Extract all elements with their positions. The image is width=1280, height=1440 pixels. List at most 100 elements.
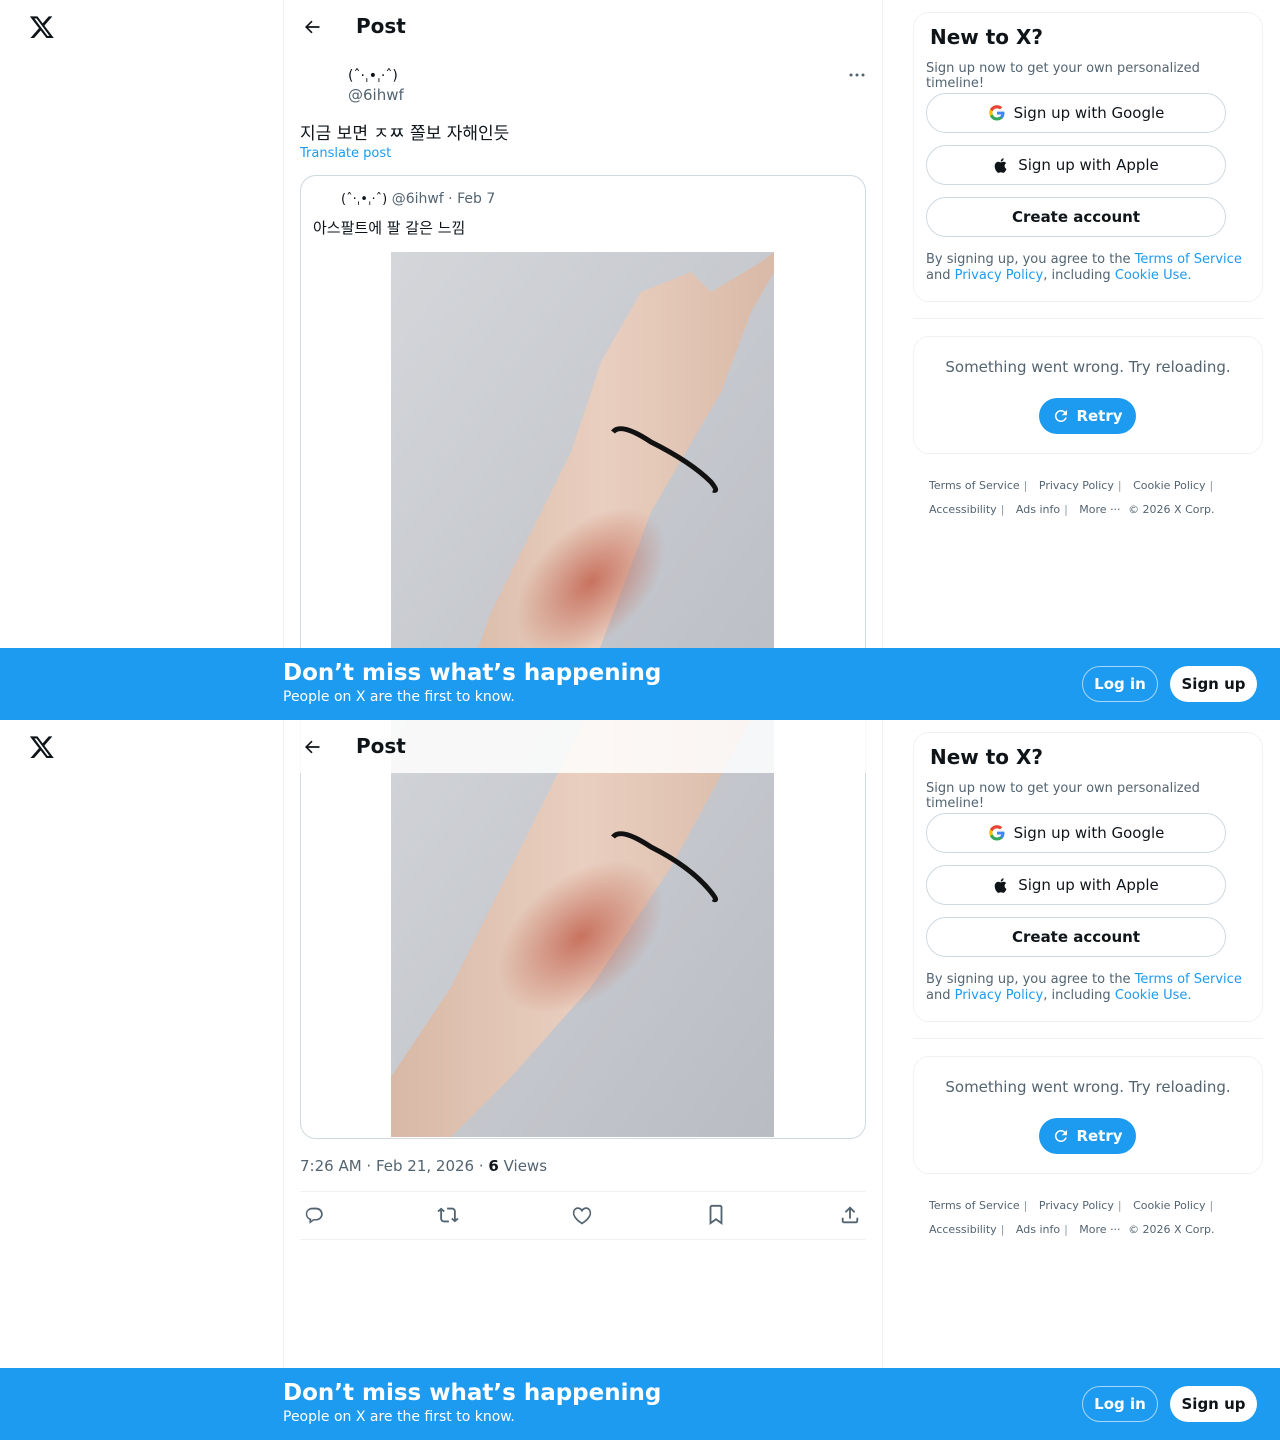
signup-google-button[interactable]: Sign up with Google	[926, 93, 1226, 133]
terms-text-including: , including	[1043, 268, 1115, 283]
footer-links: Terms of Service | Privacy Policy | Cookie…	[929, 479, 1215, 516]
signup-google-label: Sign up with Google	[1013, 104, 1165, 122]
login-button[interactable]: Log in	[1082, 1386, 1158, 1422]
signup-apple-label: Sign up with Apple	[1018, 156, 1159, 174]
quoted-author-name: (ˆ·ˌ•ˌ·ˆ)	[341, 192, 388, 207]
x-logo-icon[interactable]	[29, 14, 55, 40]
signup-apple-button[interactable]: Sign up with Apple	[926, 145, 1226, 185]
back-arrow-icon[interactable]	[298, 733, 326, 761]
footer-copyright: © 2026 X Corp.	[1128, 503, 1215, 516]
banner-title: Don’t miss what’s happening	[283, 1380, 662, 1406]
cookie-use-link[interactable]: Cookie Use.	[1115, 268, 1192, 283]
footer-copyright: © 2026 X Corp.	[1128, 1223, 1215, 1236]
apple-icon	[994, 157, 1007, 173]
header-bar: Post	[284, 0, 882, 53]
footer-ads-link[interactable]: Ads info	[1016, 503, 1060, 516]
signup-subtitle: Sign up now to get your own personalized…	[926, 61, 1200, 91]
error-card: Something went wrong. Try reloading. Ret…	[913, 336, 1263, 454]
signup-banner: Don’t miss what’s happening People on X …	[0, 1368, 1280, 1440]
sidebar-divider	[913, 1038, 1263, 1039]
post-actions	[300, 1191, 866, 1240]
like-icon[interactable]	[571, 1204, 595, 1228]
post-timestamp[interactable]: 7:26 AM · Feb 21, 2026 ·	[300, 1157, 488, 1175]
google-icon	[988, 825, 1005, 841]
share-icon[interactable]	[839, 1204, 863, 1228]
retry-button[interactable]: Retry	[1039, 398, 1136, 434]
reply-icon[interactable]	[303, 1204, 327, 1228]
signup-google-label: Sign up with Google	[1013, 824, 1165, 842]
footer-privacy-link[interactable]: Privacy Policy	[1039, 479, 1114, 492]
footer-more-link[interactable]: More ···	[1079, 1223, 1120, 1236]
footer-accessibility-link[interactable]: Accessibility	[929, 1223, 997, 1236]
screen-top: Post (ˆ·ˌ•ˌ·ˆ) @6ihwf 지금 보면 ㅈㅉ 쫄보 자해인듯 T…	[0, 0, 1280, 720]
footer-terms-link[interactable]: Terms of Service	[929, 479, 1020, 492]
footer-accessibility-link[interactable]: Accessibility	[929, 503, 997, 516]
terms-text-and: and	[926, 988, 955, 1003]
google-icon	[988, 105, 1005, 121]
page-title: Post	[356, 734, 406, 758]
footer-ads-link[interactable]: Ads info	[1016, 1223, 1060, 1236]
quoted-handle-date: @6ihwf · Feb 7	[391, 191, 496, 207]
banner-title: Don’t miss what’s happening	[283, 660, 662, 686]
footer-privacy-link[interactable]: Privacy Policy	[1039, 1199, 1114, 1212]
more-options-icon[interactable]	[844, 64, 870, 86]
quoted-post-header: (ˆ·ˌ•ˌ·ˆ) @6ihwf · Feb 7	[341, 191, 495, 207]
repost-icon[interactable]	[437, 1204, 461, 1228]
post-photo[interactable]	[391, 720, 774, 1137]
post-text: 지금 보면 ㅈㅉ 쫄보 자해인듯	[300, 124, 510, 144]
main-column: Post (ˆ·ˌ•ˌ·ˆ) @6ihwf 지금 보면 ㅈㅉ 쫄보 자해인듯 T…	[283, 0, 883, 720]
quoted-post[interactable]: (ˆ·ˌ•ˌ·ˆ) @6ihwf · Feb 7 아스팔트에 팔 갈은 느낌	[300, 175, 866, 720]
signup-card: New to X? Sign up now to get your own pe…	[913, 12, 1263, 302]
quoted-post[interactable]	[300, 720, 866, 1139]
page-title: Post	[356, 14, 406, 38]
signup-apple-label: Sign up with Apple	[1018, 876, 1159, 894]
error-card: Something went wrong. Try reloading. Ret…	[913, 1056, 1263, 1174]
views-count: 6	[488, 1157, 499, 1175]
translate-post-link[interactable]: Translate post	[300, 146, 391, 161]
signup-google-button[interactable]: Sign up with Google	[926, 813, 1226, 853]
error-message: Something went wrong. Try reloading.	[945, 1078, 1231, 1096]
create-account-button[interactable]: Create account	[926, 197, 1226, 237]
signup-apple-button[interactable]: Sign up with Apple	[926, 865, 1226, 905]
header-bar: Post	[284, 720, 882, 773]
signup-terms: By signing up, you agree to the Terms of…	[926, 252, 1251, 284]
footer-more-link[interactable]: More ···	[1079, 503, 1120, 516]
retry-label: Retry	[1076, 1127, 1123, 1145]
signup-title: New to X?	[930, 745, 1044, 769]
post-meta: 7:26 AM · Feb 21, 2026 · 6 Views	[300, 1157, 547, 1175]
banner-subtitle: People on X are the first to know.	[283, 1409, 515, 1425]
terms-of-service-link[interactable]: Terms of Service	[1135, 252, 1242, 267]
footer-cookie-link[interactable]: Cookie Policy	[1133, 479, 1205, 492]
refresh-icon	[1055, 1129, 1068, 1142]
signup-terms: By signing up, you agree to the Terms of…	[926, 972, 1251, 1004]
signup-card: New to X? Sign up now to get your own pe…	[913, 732, 1263, 1022]
cookie-use-link[interactable]: Cookie Use.	[1115, 988, 1192, 1003]
footer-terms-link[interactable]: Terms of Service	[929, 1199, 1020, 1212]
apple-icon	[994, 877, 1007, 893]
terms-text: By signing up, you agree to the	[926, 972, 1135, 987]
bookmark-icon[interactable]	[705, 1204, 729, 1228]
footer-cookie-link[interactable]: Cookie Policy	[1133, 1199, 1205, 1212]
author-name[interactable]: (ˆ·ˌ•ˌ·ˆ)	[348, 68, 398, 84]
terms-text-including: , including	[1043, 988, 1115, 1003]
quoted-post-text: 아스팔트에 팔 갈은 느낌	[313, 219, 466, 237]
signup-title: New to X?	[930, 25, 1044, 49]
privacy-policy-link[interactable]: Privacy Policy	[955, 268, 1044, 283]
sidebar-divider	[913, 318, 1263, 319]
create-account-button[interactable]: Create account	[926, 917, 1226, 957]
author-handle[interactable]: @6ihwf	[348, 86, 404, 104]
banner-subtitle: People on X are the first to know.	[283, 689, 515, 705]
signup-button[interactable]: Sign up	[1170, 666, 1257, 702]
signup-banner: Don’t miss what’s happening People on X …	[0, 648, 1280, 720]
privacy-policy-link[interactable]: Privacy Policy	[955, 988, 1044, 1003]
login-button[interactable]: Log in	[1082, 666, 1158, 702]
terms-text: By signing up, you agree to the	[926, 252, 1135, 267]
signup-subtitle: Sign up now to get your own personalized…	[926, 781, 1200, 811]
terms-of-service-link[interactable]: Terms of Service	[1135, 972, 1242, 987]
retry-label: Retry	[1076, 407, 1123, 425]
back-arrow-icon[interactable]	[298, 13, 326, 41]
x-logo-icon[interactable]	[29, 734, 55, 760]
screen-scrolled: Post 7:26 AM · Feb 21, 2026 · 6 Views Ne…	[0, 720, 1280, 1440]
signup-button[interactable]: Sign up	[1170, 1386, 1257, 1422]
retry-button[interactable]: Retry	[1039, 1118, 1136, 1154]
